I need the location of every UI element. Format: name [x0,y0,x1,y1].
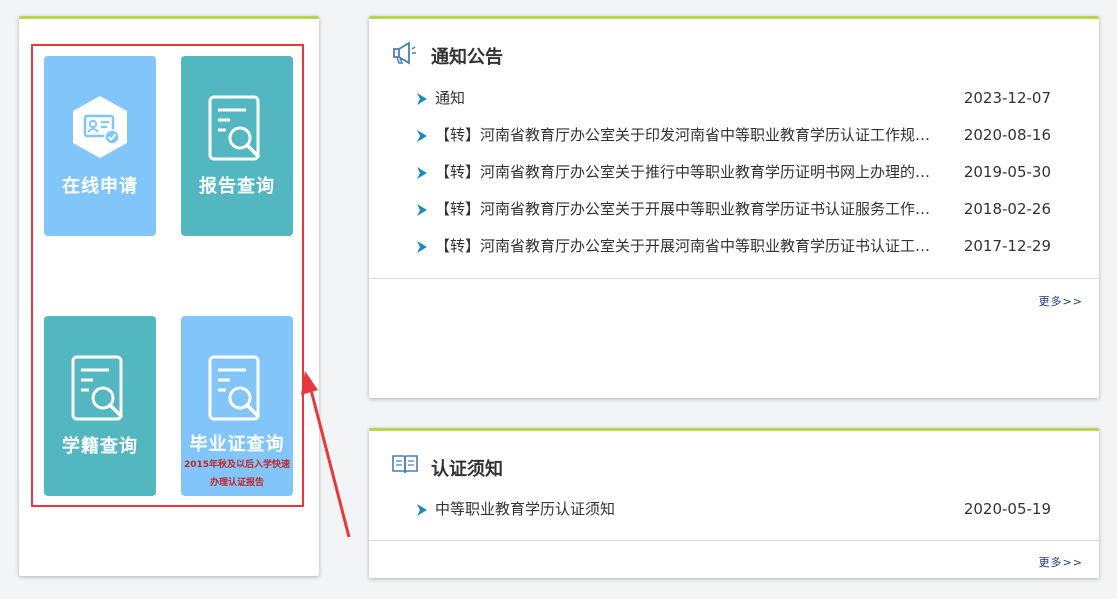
notice-item[interactable]: 通知 2023-12-07 [415,80,1051,117]
report-query-label: 报告查询 [199,176,275,197]
cert-divider [369,540,1099,541]
notice-item-title[interactable]: 通知 [435,80,931,117]
open-book-icon [392,455,418,474]
diploma-note-line1: 2015年秋及以后入学快速 [183,460,291,470]
document-search-icon [208,355,260,421]
cert-list: 中等职业教育学历认证须知 2020-05-19 [415,491,1051,528]
notice-item-date: 2019-05-30 [963,163,1051,181]
notice-item-title[interactable]: 【转】河南省教育厅办公室关于印发河南省中等职业教育学历认证工作规程的通知 [435,117,931,154]
notice-divider [369,278,1099,279]
notice-more-link[interactable]: 更多>> [1039,293,1083,309]
chevron-right-icon [417,241,427,253]
student-status-label: 学籍查询 [62,436,138,457]
notice-item-title[interactable]: 【转】河南省教育厅办公室关于开展中等职业教育学历证书认证服务工作的通知 [435,191,931,228]
notice-item[interactable]: 【转】河南省教育厅办公室关于开展河南省中等职业教育学历证书认证工作的通知 201… [415,228,1051,265]
diploma-query-tile[interactable]: 毕业证查询 2015年秋及以后入学快速 办理认证报告 [181,316,293,496]
document-search-icon [208,95,260,161]
online-apply-tile[interactable]: 在线申请 [44,56,156,236]
megaphone-icon [393,41,416,65]
student-status-tile[interactable]: 学籍查询 [44,316,156,496]
chevron-right-icon [417,130,427,142]
cert-title: 认证须知 [431,459,503,480]
chevron-right-icon [417,204,427,216]
notice-title: 通知公告 [431,47,503,68]
diploma-note-line2: 办理认证报告 [209,478,264,488]
cert-notice-panel: 认证须知 中等职业教育学历认证须知 2020-05-19 更多>> [369,428,1099,578]
notice-item[interactable]: 【转】河南省教育厅办公室关于推行中等职业教育学历证明书网上办理的通知 2019-… [415,154,1051,191]
notice-panel: 通知公告 通知 2023-12-07 【转】河南省教育厅办公室关于印发河南省中等… [369,16,1099,398]
notice-item[interactable]: 【转】河南省教育厅办公室关于开展中等职业教育学历证书认证服务工作的通知 2018… [415,191,1051,228]
chevron-right-icon [417,93,427,105]
notice-item-date: 2023-12-07 [963,89,1051,107]
notice-item-title[interactable]: 【转】河南省教育厅办公室关于开展河南省中等职业教育学历证书认证工作的通知 [435,228,931,265]
report-query-tile[interactable]: 报告查询 [181,56,293,236]
notice-item-date: 2020-08-16 [963,126,1051,144]
notice-item-date: 2017-12-29 [963,237,1051,255]
document-search-icon [71,355,123,421]
cert-more-link[interactable]: 更多>> [1039,554,1083,570]
id-card-icon [73,96,127,158]
notice-item[interactable]: 【转】河南省教育厅办公室关于印发河南省中等职业教育学历认证工作规程的通知 202… [415,117,1051,154]
notice-list: 通知 2023-12-07 【转】河南省教育厅办公室关于印发河南省中等职业教育学… [415,80,1051,265]
chevron-right-icon [417,504,427,516]
notice-item-title[interactable]: 【转】河南省教育厅办公室关于推行中等职业教育学历证明书网上办理的通知 [435,154,931,191]
cert-item-title[interactable]: 中等职业教育学历认证须知 [435,491,931,528]
chevron-right-icon [417,167,427,179]
diploma-query-label: 毕业证查询 [189,434,285,455]
cert-item[interactable]: 中等职业教育学历认证须知 2020-05-19 [415,491,1051,528]
online-apply-label: 在线申请 [62,176,138,197]
cert-item-date: 2020-05-19 [963,500,1051,518]
notice-item-date: 2018-02-26 [963,200,1051,218]
